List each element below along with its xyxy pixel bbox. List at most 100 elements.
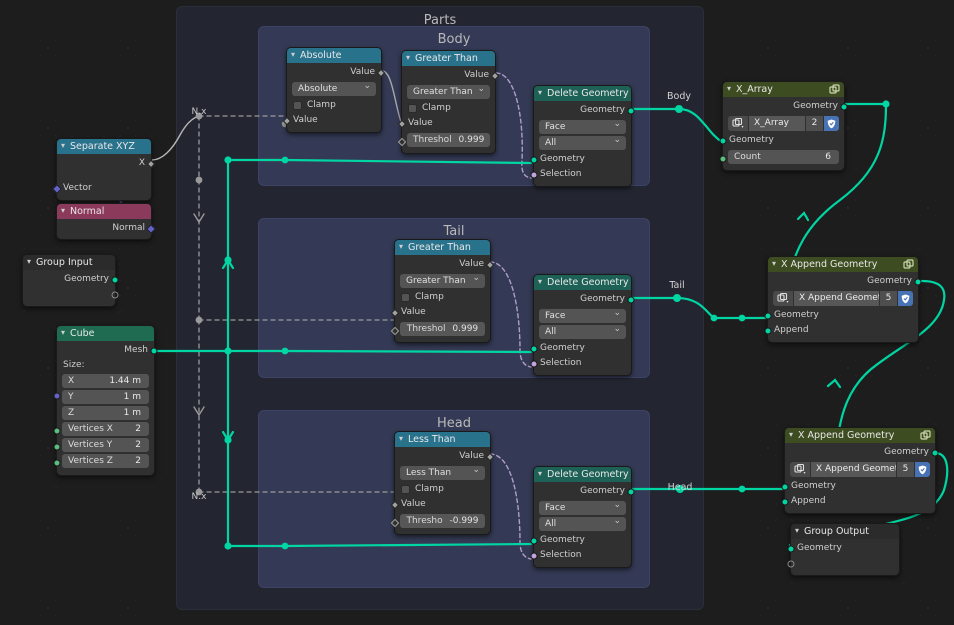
socket-input-append[interactable] [781, 498, 789, 505]
socket-input-count[interactable] [719, 155, 727, 163]
collapse-chevron-icon[interactable]: ▾ [789, 428, 798, 442]
cube-field-vertices-x[interactable]: Vertices X 2 [62, 422, 149, 436]
head-lt-clamp-row[interactable]: Clamp [395, 482, 490, 497]
node-tail-delete-geometry[interactable]: ▾Delete Geometry Geometry Face All Geome… [530, 274, 635, 376]
socket-row-x-append-2-geometry-out[interactable]: Geometry [785, 445, 939, 460]
collapse-chevron-icon[interactable]: ▾ [727, 82, 736, 96]
node-header-group-input[interactable]: ▾ Group Input [23, 255, 115, 270]
socket-row-x-append-2-geometry-in[interactable]: Geometry [781, 479, 935, 494]
socket-row-absolute-value-out[interactable]: Value [287, 65, 386, 80]
collapse-chevron-icon[interactable]: ▾ [795, 524, 804, 538]
socket-input-selection[interactable] [530, 552, 538, 559]
socket-row-cube-mesh[interactable]: Mesh [57, 343, 158, 358]
node-x-array[interactable]: ▾ X_Array Geometry X_Array 2 Geometry Co… [719, 81, 848, 171]
socket-input-geometry[interactable] [781, 483, 789, 490]
socket-input-vertices-x[interactable] [53, 427, 61, 435]
fake-user-shield-icon[interactable] [915, 462, 930, 477]
cube-field-vertices-z[interactable]: Vertices Z 2 [62, 454, 149, 468]
socket-row-group-output-geometry[interactable]: Geometry [787, 541, 899, 556]
socket-row-x-array-geometry-out[interactable]: Geometry [723, 99, 848, 114]
node-header-tail-delete-geometry[interactable]: ▾ Delete Geometry [534, 275, 631, 290]
socket-row-normal-output[interactable]: Normal [57, 221, 156, 236]
absolute-clamp-row[interactable]: Clamp [287, 98, 381, 113]
socket-input-geometry[interactable] [787, 545, 795, 552]
node-body-greater-than[interactable]: ▾Greater Than Value Greater Than Clamp V… [397, 50, 500, 154]
socket-row-body-gt-value-in[interactable]: Value [397, 116, 495, 131]
socket-input-vector[interactable] [52, 183, 62, 194]
body-gt-clamp-checkbox[interactable] [408, 104, 417, 113]
node-normal[interactable]: ▾ Normal Normal [56, 203, 156, 240]
node-head-delete-geometry[interactable]: ▾Delete Geometry Geometry Face All Geome… [530, 466, 635, 568]
socket-row-head-dg-geometry-in[interactable]: Geometry [530, 533, 631, 548]
node-header-normal[interactable]: ▾ Normal [57, 204, 151, 219]
collapse-chevron-icon[interactable]: ▾ [538, 86, 547, 100]
head-lt-threshold-field[interactable]: Thresho -0.999 [400, 514, 485, 528]
tail-dg-mode-dropdown[interactable]: All [539, 322, 626, 339]
browse-node-group-icon[interactable] [728, 116, 748, 131]
node-group-input[interactable]: ▾ Group Input Geometry [22, 254, 119, 307]
tail-gt-threshold-field[interactable]: Threshol 0.999 [400, 322, 485, 336]
collapse-chevron-icon[interactable]: ▾ [27, 255, 36, 269]
socket-row-x-append-2-append[interactable]: Append [781, 494, 935, 509]
node-head-less-than[interactable]: ▾Less Than Value Less Than Clamp Value T… [390, 431, 495, 535]
node-header-head-delete-geometry[interactable]: ▾ Delete Geometry [534, 467, 631, 482]
socket-row-x-append-1-geometry-in[interactable]: Geometry [764, 308, 918, 323]
node-header-group-output[interactable]: ▾ Group Output [791, 524, 899, 539]
socket-input-geometry[interactable] [764, 312, 772, 319]
head-lt-clamp-checkbox[interactable] [401, 485, 410, 494]
socket-output-geometry[interactable] [111, 276, 119, 283]
node-cube[interactable]: ▾ Cube Mesh Size: X 1.44 m Y 1 m Z 1 m V… [53, 325, 158, 476]
tail-dg-domain-dropdown[interactable]: Face [539, 306, 626, 323]
node-header-head-less-than[interactable]: ▾ Less Than [395, 432, 490, 447]
socket-row-group-input-geometry[interactable]: Geometry [23, 272, 119, 287]
x-array-id-block[interactable]: X_Array 2 [728, 116, 839, 131]
absolute-clamp-checkbox[interactable] [293, 101, 302, 110]
body-gt-clamp-row[interactable]: Clamp [402, 101, 495, 116]
socket-row-x-append-1-geometry-out[interactable]: Geometry [768, 274, 922, 289]
socket-row-group-output-virtual[interactable] [787, 556, 899, 571]
socket-row-tail-dg-geometry-in[interactable]: Geometry [530, 341, 631, 356]
node-header-x-array[interactable]: ▾ X_Array [723, 82, 844, 97]
socket-row-head-lt-value-out[interactable]: Value [395, 449, 495, 464]
x-append-1-user-count[interactable]: 5 [880, 291, 897, 306]
node-header-body-delete-geometry[interactable]: ▾ Delete Geometry [534, 86, 631, 101]
socket-input-geometry[interactable] [530, 156, 538, 163]
node-header-tail-greater-than[interactable]: ▾ Greater Than [395, 240, 490, 255]
browse-node-group-icon[interactable] [773, 291, 793, 306]
browse-node-group-icon[interactable] [790, 462, 810, 477]
node-editor-canvas[interactable]: Parts Body Tail Head N.x N.x Body Tail H… [0, 0, 954, 625]
socket-row-tail-gt-value-out[interactable]: Value [395, 257, 495, 272]
body-dg-domain-dropdown[interactable]: Face [539, 117, 626, 134]
socket-row-body-dg-geometry-in[interactable]: Geometry [530, 152, 631, 167]
socket-input-append[interactable] [764, 327, 772, 334]
socket-row-head-dg-geometry-out[interactable]: Geometry [534, 484, 635, 499]
socket-input-selection[interactable] [530, 360, 538, 367]
body-gt-operation-dropdown[interactable]: Greater Than [407, 82, 490, 99]
x-array-user-count[interactable]: 2 [806, 116, 823, 131]
node-x-append-geometry-1[interactable]: ▾ X Append Geometry Geometry X Append Geo… [764, 256, 922, 343]
socket-row-tail-dg-selection[interactable]: Selection [530, 356, 631, 371]
socket-input-geometry[interactable] [719, 137, 727, 144]
tail-gt-clamp-row[interactable]: Clamp [395, 290, 490, 305]
node-header-cube[interactable]: ▾ Cube [57, 326, 154, 341]
x-append-1-id-block[interactable]: X Append Geometry 5 [773, 291, 913, 306]
node-separate-xyz[interactable]: ▾ Separate XYZ X Vector [52, 138, 156, 201]
node-x-append-geometry-2[interactable]: ▾ X Append Geometry Geometry X Append Geo… [781, 427, 939, 514]
x-array-count-field[interactable]: Count 6 [728, 150, 839, 164]
socket-output-geometry[interactable] [931, 449, 939, 456]
fake-user-shield-icon[interactable] [824, 116, 839, 131]
collapse-chevron-icon[interactable]: ▾ [406, 51, 415, 65]
node-body-delete-geometry[interactable]: ▾Delete Geometry Geometry Face All Geome… [530, 85, 635, 187]
node-header-absolute[interactable]: ▾ Absolute [287, 48, 381, 63]
node-header-x-append-2[interactable]: ▾ X Append Geometry [785, 428, 935, 443]
node-tail-greater-than[interactable]: ▾Greater Than Value Greater Than Clamp V… [390, 239, 495, 343]
socket-row-separate-xyz-x[interactable]: X [57, 156, 156, 171]
node-header-separate-xyz[interactable]: ▾ Separate XYZ [57, 139, 151, 154]
head-lt-operation-dropdown[interactable]: Less Than [400, 463, 485, 480]
collapse-chevron-icon[interactable]: ▾ [61, 204, 70, 218]
node-absolute[interactable]: ▾Absolute Value Absolute Clamp Value [282, 47, 386, 133]
collapse-chevron-icon[interactable]: ▾ [399, 240, 408, 254]
collapse-chevron-icon[interactable]: ▾ [399, 432, 408, 446]
node-header-x-append-1[interactable]: ▾ X Append Geometry [768, 257, 918, 272]
socket-output-x[interactable] [146, 159, 156, 168]
